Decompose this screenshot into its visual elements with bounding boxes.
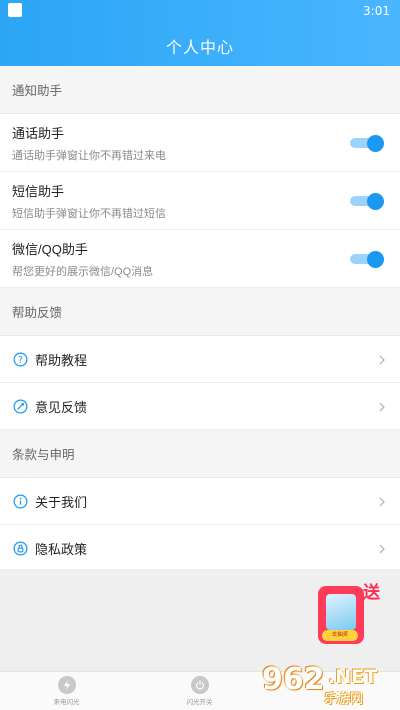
watermark-cn: 乐游网 — [324, 691, 364, 706]
toggle-desc: 帮您更好的展示微信/QQ消息 — [12, 265, 154, 278]
nav-label: 帮助教程 — [35, 352, 88, 368]
tab-incoming-flash[interactable]: 来电闪光 — [0, 672, 133, 710]
tab-label: 来电闪光 — [53, 699, 80, 706]
privacy-icon — [12, 540, 28, 556]
watermark-logo: 962 .NET 乐游网 — [262, 658, 398, 708]
section-header-terms: 条款与申明 — [0, 430, 400, 478]
status-time: 3:01 — [363, 4, 390, 18]
toggle-desc: 通话助手弹窗让你不再错过来电 — [12, 149, 166, 162]
nav-item-privacy[interactable]: 隐私政策 — [0, 525, 400, 572]
promo-text: 送 — [363, 583, 380, 603]
wechat-qq-assistant-switch[interactable] — [350, 250, 384, 268]
promo-badge[interactable]: 送 去抽奖 — [312, 578, 384, 650]
watermark-number: 962 — [262, 662, 325, 697]
page-title: 个人中心 — [165, 40, 234, 57]
toggle-row-call: 通话助手 通话助手弹窗让你不再错过来电 — [0, 114, 400, 172]
toggle-row-sms: 短信助手 短信助手弹窗让你不再错过短信 — [0, 172, 400, 230]
toggle-title: 通话助手 — [12, 125, 65, 141]
chevron-right-icon — [376, 542, 388, 554]
sms-assistant-switch[interactable] — [350, 192, 384, 210]
status-bar: 3:01 — [0, 0, 400, 22]
svg-text:?: ? — [18, 354, 23, 365]
toggle-row-wechat-qq: 微信/QQ助手 帮您更好的展示微信/QQ消息 — [0, 230, 400, 288]
section-header-help: 帮助反馈 — [0, 288, 400, 336]
toggle-desc: 短信助手弹窗让你不再错过短信 — [12, 207, 166, 220]
toggle-title: 微信/QQ助手 — [12, 241, 88, 257]
question-icon: ? — [12, 351, 28, 367]
nav-label: 关于我们 — [35, 494, 88, 510]
nav-item-help-tutorial[interactable]: ? 帮助教程 — [0, 336, 400, 383]
nav-label: 意见反馈 — [35, 399, 88, 415]
feedback-icon — [12, 398, 28, 414]
phone-gift-icon — [326, 594, 356, 630]
chevron-right-icon — [376, 495, 388, 507]
info-icon — [12, 493, 28, 509]
toggle-title: 短信助手 — [12, 183, 65, 199]
section-header-notify: 通知助手 — [0, 66, 400, 114]
tab-flash-switch[interactable]: 闪光开关 — [133, 672, 266, 710]
power-icon — [190, 676, 209, 694]
watermark-net: .NET — [328, 666, 378, 688]
nav-item-about[interactable]: 关于我们 — [0, 478, 400, 525]
app-notification-icon — [8, 3, 22, 17]
app-header: 3:01 个人中心 — [0, 0, 400, 66]
chevron-right-icon — [376, 353, 388, 365]
nav-item-feedback[interactable]: 意见反馈 — [0, 383, 400, 430]
call-assistant-switch[interactable] — [350, 134, 384, 152]
nav-label: 隐私政策 — [35, 541, 88, 557]
flash-icon — [57, 676, 76, 694]
chevron-right-icon — [376, 400, 388, 412]
tab-label: 闪光开关 — [186, 699, 213, 706]
promo-button: 去抽奖 — [322, 630, 358, 641]
